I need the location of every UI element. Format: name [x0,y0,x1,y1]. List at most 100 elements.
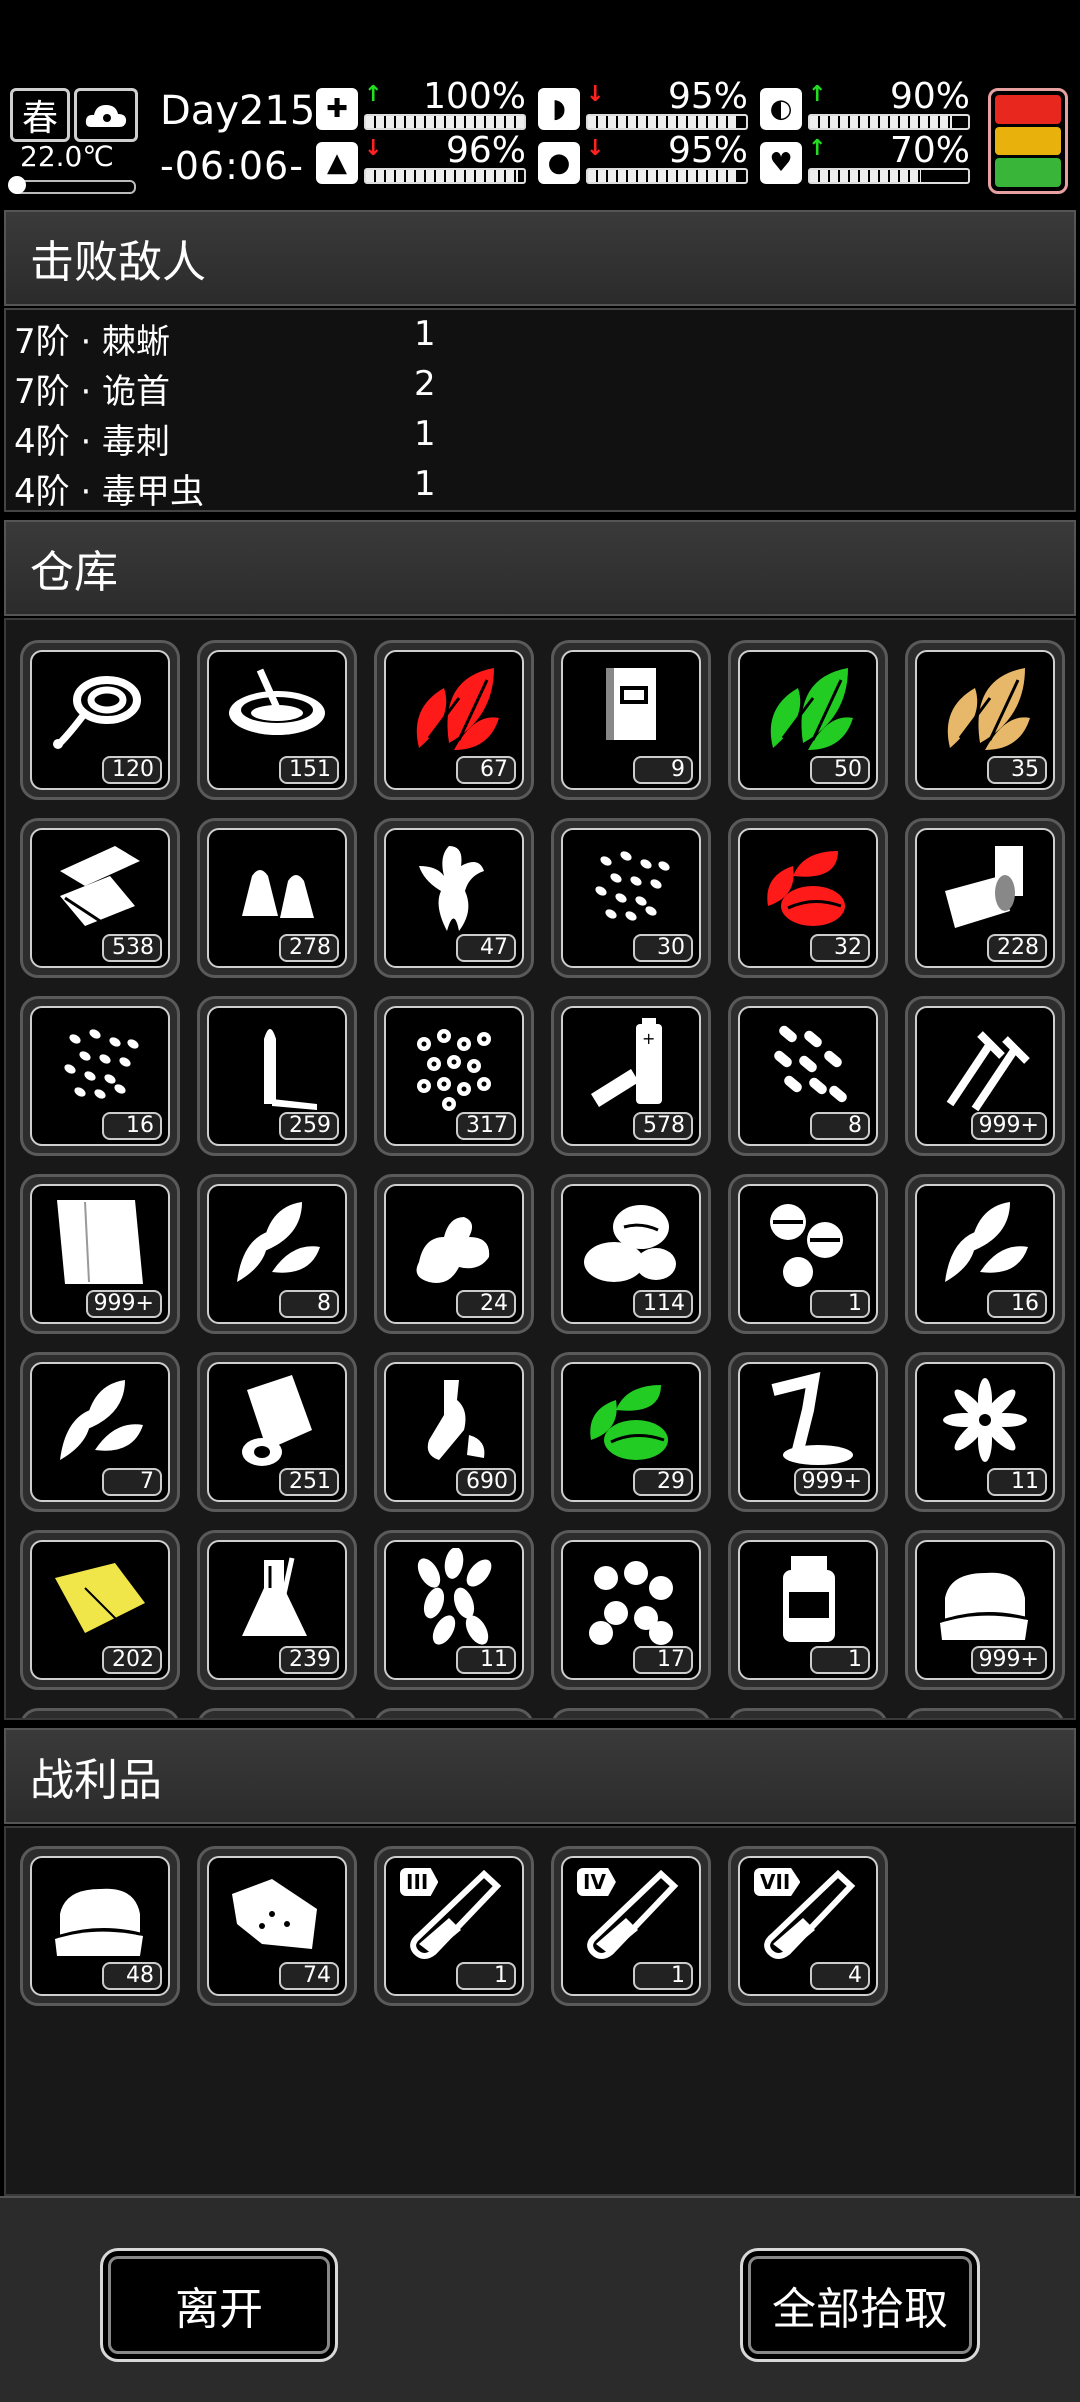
storage-slot[interactable]: 317 [374,996,534,1156]
storage-slot[interactable]: 47 [374,818,534,978]
mint-icon [209,1186,345,1298]
item-count: 8 [810,1112,870,1140]
item-count: 24 [456,1290,516,1318]
tube-icon [917,830,1053,942]
storage-slot[interactable]: 202 [20,1530,180,1690]
storage-slot[interactable]: 50 [728,640,888,800]
leave-button[interactable]: 离开 [100,2248,338,2362]
storage-slot[interactable]: 16 [20,996,180,1156]
storage-slot[interactable]: 67 [374,640,534,800]
trend-up-icon: ↑ [808,136,827,161]
storage-slot[interactable]: 17 [551,1530,711,1690]
item-count: 538 [102,934,162,962]
storage-slot[interactable]: 251 [197,1352,357,1512]
loot-header: 战利品 [4,1728,1076,1824]
seeds-icon [563,830,699,942]
trend-up-icon: ↑ [364,82,383,107]
storage-slot[interactable]: 11 [905,1352,1065,1512]
storage-slot[interactable]: 228 [905,818,1065,978]
item-count: 32 [810,934,870,962]
slot-frame: 16 [30,1006,170,1146]
loot-slot[interactable]: 74 [197,1846,357,2006]
stat-water-drop[interactable]: ● ↓ 95% [538,130,748,188]
stat-medkit[interactable]: ✚ ↑ 100% [316,76,526,134]
storage-slot-partial[interactable] [197,1708,357,1718]
slot-frame: 690 [384,1362,524,1502]
loot-slot[interactable]: VII 4 [728,1846,888,2006]
storage-slot[interactable]: 16 [905,1174,1065,1334]
loot-grid[interactable]: 48 74 III 1 IV 1 VII 4 [4,1826,1076,2196]
bullets-icon [209,830,345,942]
storage-slot[interactable]: 999+ [905,996,1065,1156]
danger-indicator[interactable] [988,88,1068,194]
item-count: 202 [102,1646,162,1674]
slot-frame: III 1 [384,1856,524,1996]
storage-slot-partial[interactable] [905,1708,1065,1718]
trend-up-icon: ↑ [808,82,827,107]
season-indicator: 春 [10,88,70,142]
storage-slot[interactable]: 999+ [728,1352,888,1512]
enemy-name: 4阶 · 毒刺 [14,422,171,462]
storage-slot-partial[interactable] [551,1708,711,1718]
medkit-icon: ✚ [316,88,358,130]
storage-slot[interactable]: 30 [551,818,711,978]
stat-value: 90% [889,76,970,117]
stat-stomach[interactable]: ◗ ↓ 95% [538,76,748,134]
storage-slot[interactable]: 11 [374,1530,534,1690]
storage-slot[interactable]: 9 [551,640,711,800]
slot-frame: 120 [30,650,170,790]
stat-bar [808,114,970,130]
storage-slot[interactable]: 114 [551,1174,711,1334]
storage-grid[interactable]: 120 151 67 9 50 35 538 278 47 30 32 228 16 259 317 +578… [4,618,1076,1720]
storage-slot[interactable]: 35 [905,640,1065,800]
storage-slot[interactable]: 24 [374,1174,534,1334]
loot-slot[interactable]: 48 [20,1846,180,2006]
slot-frame: 74 [207,1856,347,1996]
pills-icon [740,1186,876,1298]
storage-slot[interactable]: 8 [197,1174,357,1334]
storage-slot-partial[interactable] [374,1708,534,1718]
enemy-count: 1 [414,414,436,454]
slot-frame: 228 [915,828,1055,968]
stat-value: 70% [889,130,970,171]
loot-slot[interactable]: IV 1 [551,1846,711,2006]
storage-slot[interactable]: 8 [728,996,888,1156]
loot-slot[interactable]: III 1 [374,1846,534,2006]
storage-slot[interactable]: 32 [728,818,888,978]
storage-slot-partial[interactable] [728,1708,888,1718]
storage-slot[interactable]: 999+ [20,1174,180,1334]
storage-slot[interactable]: 259 [197,996,357,1156]
red-fruit-icon [740,830,876,942]
storage-slot[interactable]: 7 [20,1352,180,1512]
stat-value: 100% [423,76,526,117]
footer-bar: 离开 全部拾取 [0,2196,1080,2402]
storage-slot[interactable]: 999+ [905,1530,1065,1690]
storage-slot-partial[interactable] [20,1708,180,1718]
stat-mood[interactable]: ◐ ↑ 90% [760,76,970,134]
item-count: 114 [633,1290,693,1318]
storage-slot[interactable]: 151 [197,640,357,800]
storage-slot[interactable]: +578 [551,996,711,1156]
stat-heart[interactable]: ♥ ↑ 70% [760,130,970,188]
storage-slot[interactable]: 690 [374,1352,534,1512]
storage-slot[interactable]: 538 [20,818,180,978]
storage-slot[interactable]: 1 [728,1530,888,1690]
pick-all-button[interactable]: 全部拾取 [740,2248,980,2362]
trend-down-icon: ↓ [364,136,383,161]
item-count: 9 [633,756,693,784]
storage-slot[interactable]: 120 [20,640,180,800]
stat-bar [586,168,748,184]
storage-slot[interactable]: 239 [197,1530,357,1690]
slot-frame: 67 [384,650,524,790]
ginseng-icon [386,830,522,942]
storage-slot[interactable]: 1 [728,1174,888,1334]
storage-slot[interactable]: 29 [551,1352,711,1512]
stat-stamina[interactable]: ▲ ↓ 96% [316,130,526,188]
stamina-icon: ▲ [316,142,358,184]
storage-slot[interactable]: 278 [197,818,357,978]
stat-bar [364,168,526,184]
bandage-roll-icon [209,1364,345,1476]
beans-icon [563,1186,699,1298]
item-count: 11 [456,1646,516,1674]
item-count: 251 [279,1468,339,1496]
